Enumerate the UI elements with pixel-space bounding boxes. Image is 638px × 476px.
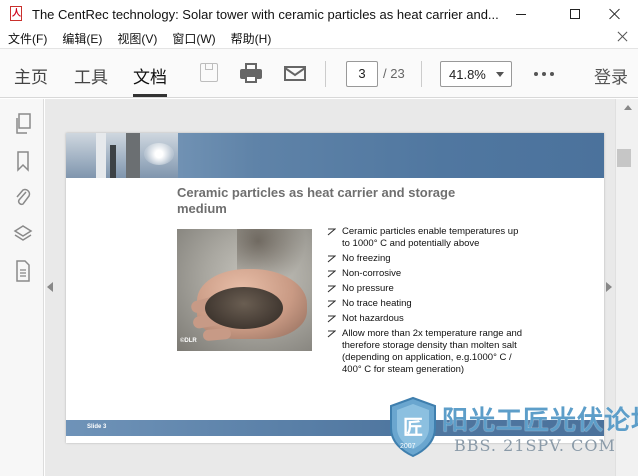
- arrow-bullet-icon: [327, 285, 337, 293]
- arrow-bullet-icon: [327, 330, 337, 338]
- window-title: The CentRec technology: Solar tower with…: [32, 6, 499, 22]
- left-sidebar: [0, 99, 44, 476]
- arrow-bullet-icon: [327, 315, 337, 323]
- list-item: No trace heating: [326, 298, 526, 310]
- list-item: Ceramic particles enable temperatures up…: [326, 226, 526, 250]
- collapse-left-panel-icon[interactable]: [47, 282, 53, 292]
- expand-right-panel-icon[interactable]: [606, 282, 612, 292]
- toolbar-divider: [421, 61, 422, 87]
- list-item: No pressure: [326, 283, 526, 295]
- list-item: Not hazardous: [326, 313, 526, 325]
- photo-credit: ©DLR: [180, 338, 197, 344]
- mail-icon[interactable]: [283, 62, 307, 84]
- save-icon[interactable]: [198, 62, 222, 84]
- arrow-bullet-icon: [327, 270, 337, 278]
- forum-watermark: 匠 2007 阳光工匠光伏论坛 BBS. 21SPV. COM: [388, 394, 638, 468]
- page-number-input[interactable]: 3: [346, 61, 378, 87]
- layers-icon[interactable]: [13, 223, 33, 245]
- shield-character: 匠: [403, 415, 423, 439]
- menu-bar: 文件(F) 编辑(E) 视图(V) 窗口(W) 帮助(H): [0, 28, 638, 48]
- arrow-bullet-icon: [327, 228, 337, 236]
- toolbar: 主页 工具 文档 3 / 23 41.8% 登录: [0, 48, 638, 98]
- solar-tower-photo: [66, 133, 178, 178]
- menu-edit[interactable]: 编辑(E): [62, 30, 102, 47]
- watermark-year: 2007: [400, 443, 416, 450]
- close-icon: [609, 8, 621, 20]
- bookmark-icon[interactable]: [13, 150, 33, 172]
- arrow-bullet-icon: [327, 255, 337, 263]
- bullet-list: Ceramic particles enable temperatures up…: [326, 226, 526, 379]
- menu-help[interactable]: 帮助(H): [231, 30, 272, 47]
- menu-file[interactable]: 文件(F): [8, 30, 47, 47]
- minimize-button[interactable]: [498, 0, 544, 28]
- zoom-select[interactable]: 41.8%: [440, 61, 512, 87]
- close-button[interactable]: [592, 0, 638, 28]
- menu-window[interactable]: 窗口(W): [172, 30, 215, 47]
- tab-document[interactable]: 文档: [133, 63, 167, 88]
- ceramic-particles-photo: ©DLR: [177, 229, 312, 351]
- list-item: No freezing: [326, 253, 526, 265]
- slide-title: Ceramic particles as heat carrier and st…: [177, 185, 456, 216]
- scrollbar-thumb[interactable]: [617, 149, 631, 167]
- list-item: Allow more than 2x temperature range and…: [326, 328, 526, 376]
- toolbar-divider: [325, 61, 326, 87]
- attachment-icon[interactable]: [13, 186, 33, 208]
- more-icon[interactable]: [534, 72, 554, 76]
- list-item: Non-corrosive: [326, 268, 526, 280]
- minimize-icon: [516, 13, 526, 15]
- menu-view[interactable]: 视图(V): [117, 30, 157, 47]
- close-document-icon[interactable]: [616, 30, 630, 44]
- zoom-value: 41.8%: [449, 67, 486, 82]
- active-tab-indicator: [133, 94, 167, 97]
- tab-tools[interactable]: 工具: [74, 63, 108, 88]
- slide-header-banner: [66, 133, 604, 178]
- title-bar: 人 The CentRec technology: Solar tower wi…: [0, 0, 638, 28]
- watermark-url: BBS. 21SPV. COM: [454, 436, 616, 455]
- watermark-title: 阳光工匠光伏论坛: [442, 405, 638, 435]
- pdf-app-icon: 人: [10, 6, 24, 22]
- page-total: / 23: [383, 66, 405, 81]
- pages-icon[interactable]: [13, 113, 33, 135]
- scroll-up-icon[interactable]: [624, 105, 632, 110]
- tab-home[interactable]: 主页: [14, 63, 48, 88]
- maximize-icon: [570, 9, 580, 19]
- document-properties-icon[interactable]: [13, 260, 33, 282]
- chevron-down-icon: [496, 72, 504, 77]
- slide-number: Slide 3: [87, 424, 107, 430]
- print-icon[interactable]: [239, 62, 263, 84]
- login-button[interactable]: 登录: [594, 63, 628, 88]
- arrow-bullet-icon: [327, 300, 337, 308]
